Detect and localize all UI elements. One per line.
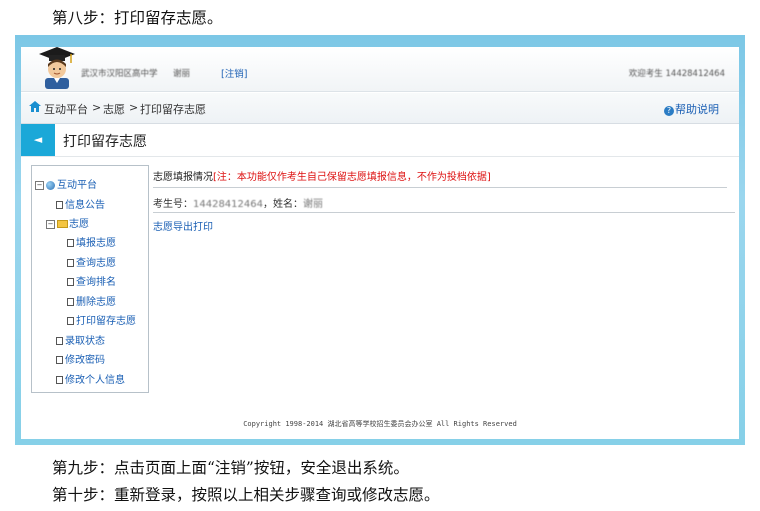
tree-item-fill[interactable]: 填报志愿 <box>67 234 116 249</box>
app-window: 武汉市汉阳区高中学 谢丽 [注销] 欢迎考生 14428412464 互动平台 … <box>21 47 739 439</box>
student-no-redacted: 14428412464 <box>193 199 263 210</box>
breadcrumb-wish-link[interactable]: 志愿 <box>103 101 125 117</box>
breadcrumb-separator: > <box>129 101 139 114</box>
tree-item-label: 打印留存志愿 <box>76 316 136 327</box>
school-name-redacted: 武汉市汉阳区高中学 <box>81 69 158 79</box>
tree-item-label: 录取状态 <box>65 336 105 347</box>
student-no-label: 考生号： <box>153 199 193 210</box>
page-title: 打印留存志愿 <box>63 134 147 150</box>
tree-item-label: 填报志愿 <box>76 238 116 249</box>
document-icon <box>56 337 63 345</box>
document-icon <box>67 239 74 247</box>
help-label: 帮助说明 <box>675 103 719 116</box>
doc-step-10: 第十步：重新登录，按照以上相关步骤查询或修改志愿。 <box>52 486 440 504</box>
tree-item-label: 信息公告 <box>65 200 105 211</box>
document-icon <box>67 298 74 306</box>
divider <box>153 187 727 188</box>
folder-open-icon <box>57 220 68 228</box>
student-name-redacted: 谢丽 <box>303 199 323 210</box>
globe-icon <box>46 180 55 190</box>
status-line: 志愿填报情况[注：本功能仅作考生自己保留志愿填报信息，不作为投档依据] <box>153 168 491 183</box>
tree-item-wish[interactable]: − 志愿 <box>46 215 89 230</box>
name-label: ，姓名： <box>263 199 303 210</box>
tree-item-query[interactable]: 查询志愿 <box>67 254 116 269</box>
tree-item-info[interactable]: 信息公告 <box>56 196 105 211</box>
document-icon <box>56 376 63 384</box>
breadcrumb-current: 打印留存志愿 <box>140 103 206 116</box>
document-icon <box>67 259 74 267</box>
help-link[interactable]: ? 帮助说明 <box>664 101 719 117</box>
tree-item-admission[interactable]: 录取状态 <box>56 332 105 347</box>
divider <box>153 212 735 213</box>
page-title-bar: ◄ 打印留存志愿 <box>21 124 739 157</box>
tree-item-label: 查询志愿 <box>76 258 116 269</box>
breadcrumb-separator: > <box>92 101 102 114</box>
student-info-line: 考生号：14428412464，姓名：谢丽 <box>153 195 323 210</box>
logout-link[interactable]: [注销] <box>221 66 247 80</box>
breadcrumb: 互动平台 > 志愿 > 打印留存志愿 ? 帮助说明 <box>21 93 739 124</box>
export-print-link[interactable]: 志愿导出打印 <box>153 218 213 233</box>
home-icon <box>29 101 41 112</box>
app-header: 武汉市汉阳区高中学 谢丽 [注销] 欢迎考生 14428412464 <box>21 47 739 92</box>
status-warning-note: [注：本功能仅作考生自己保留志愿填报信息，不作为投档依据] <box>213 172 491 183</box>
help-icon: ? <box>664 106 674 116</box>
user-name-redacted: 谢丽 <box>173 69 191 79</box>
document-icon <box>56 356 63 364</box>
tree-item-label: 修改密码 <box>65 355 105 366</box>
collapse-icon[interactable]: − <box>46 219 55 229</box>
tree-item-rank[interactable]: 查询排名 <box>67 273 116 288</box>
tree-item-label: 删除志愿 <box>76 297 116 308</box>
tree-item-profile[interactable]: 修改个人信息 <box>56 371 125 386</box>
tree-item-platform[interactable]: − 互动平台 <box>35 176 97 191</box>
tree-item-label: 修改个人信息 <box>65 375 125 386</box>
collapse-sidebar-button[interactable]: ◄ <box>21 124 55 156</box>
document-icon <box>67 278 74 286</box>
graduate-avatar-icon <box>39 47 75 89</box>
doc-step-8: 第八步：打印留存志愿。 <box>52 9 223 27</box>
tree-item-label: 志愿 <box>69 219 89 230</box>
document-icon <box>56 201 63 209</box>
tree-item-delete[interactable]: 删除志愿 <box>67 293 116 308</box>
document-icon <box>67 317 74 325</box>
tree-item-password[interactable]: 修改密码 <box>56 351 105 366</box>
tree-item-label: 互动平台 <box>57 180 97 191</box>
collapse-icon[interactable]: − <box>35 180 44 190</box>
navigation-tree: − 互动平台 信息公告 − 志愿 填报志愿 查询志愿 查询排名 删除志愿 打印留存志… <box>31 165 149 393</box>
status-label: 志愿填报情况 <box>153 172 213 183</box>
tree-item-label: 查询排名 <box>76 277 116 288</box>
tree-item-print[interactable]: 打印留存志愿 <box>67 312 136 327</box>
welcome-candidate-redacted: 欢迎考生 14428412464 <box>628 69 725 79</box>
copyright-footer: Copyright 1998-2014 湖北省高等学校招生委员会办公室 All … <box>243 420 517 428</box>
doc-step-9: 第九步：点击页面上面“注销”按钮，安全退出系统。 <box>52 459 409 477</box>
browser-screenshot-frame: 武汉市汉阳区高中学 谢丽 [注销] 欢迎考生 14428412464 互动平台 … <box>15 35 745 445</box>
breadcrumb-home-link[interactable]: 互动平台 <box>44 101 88 117</box>
